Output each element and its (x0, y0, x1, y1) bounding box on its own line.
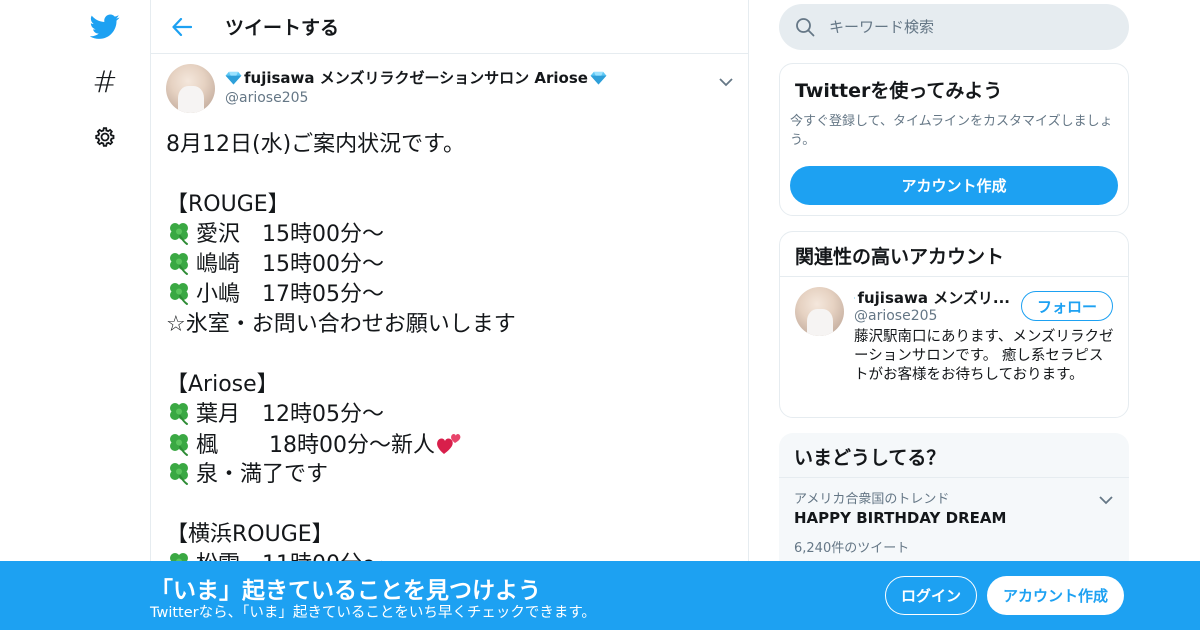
tweet-line: 【ROUGE】 (166, 190, 733, 220)
tweet-line-text: 【Ariose】 (166, 372, 279, 397)
hashtag-icon[interactable]: # (88, 65, 122, 100)
chevron-down-icon[interactable] (1099, 490, 1113, 509)
clover-icon (166, 250, 192, 276)
tweet-line: 泉・満了です (166, 460, 733, 490)
tweet-line-text: 葉月 12時05分〜 (196, 402, 384, 427)
search-input[interactable] (829, 18, 1099, 36)
search-icon (796, 18, 815, 37)
trend-count: 6,240件のツイート (794, 541, 910, 556)
gem-icon (854, 296, 856, 299)
tweet-line-text: 泉・満了です (196, 462, 329, 487)
tweet-line-text: 愛沢 15時00分〜 (196, 222, 384, 247)
main-header: ツイートする (151, 0, 748, 54)
banner-title: 「いま」起きていることを見つけよう (150, 578, 541, 604)
tweet-line-text: ☆氷室・お問い合わせお願いします (166, 312, 516, 337)
two-hearts-icon (435, 430, 463, 456)
related-account-name[interactable]: fujisawa メンズリ... (854, 287, 1010, 308)
create-account-button[interactable]: アカウント作成 (790, 166, 1118, 205)
signup-button[interactable]: アカウント作成 (987, 576, 1124, 615)
avatar[interactable] (795, 287, 844, 336)
twitter-bird-icon[interactable] (88, 10, 122, 44)
search-bar[interactable] (779, 4, 1129, 50)
avatar[interactable] (166, 64, 215, 113)
chevron-down-icon[interactable] (719, 72, 733, 91)
signup-card-description: 今すぐ登録して、タイムラインをカスタマイズしましょう。 (790, 114, 1113, 148)
tweet-line: 楓 18時00分〜新人 (166, 430, 733, 460)
clover-icon (166, 400, 192, 426)
tweet-line-text: 8月12日(水)ご案内状況です。 (166, 132, 465, 157)
clover-icon (166, 280, 192, 306)
tweet-author[interactable]: fujisawa メンズリラクゼーションサロン Ariose @ariose20… (166, 64, 733, 116)
signup-banner: 「いま」起きていることを見つけよう Twitterなら、「いま」起きていることを… (0, 561, 1200, 630)
tweet-line-text: 嶋崎 15時00分〜 (196, 252, 384, 277)
related-account[interactable]: fujisawa メンズリ... @ariose205 藤沢駅南口にあります、メ… (780, 277, 1128, 418)
tweet-text: 8月12日(水)ご案内状況です。 【ROUGE】愛沢 15時00分〜 嶋崎 15時0… (166, 130, 733, 580)
tweet-line: 【横浜ROUGE】 (166, 520, 733, 550)
follow-button[interactable]: フォロー (1021, 291, 1113, 321)
author-name[interactable]: fujisawa メンズリラクゼーションサロン Ariose (225, 67, 607, 88)
right-sidebar: Twitterを使ってみよう 今すぐ登録して、タイムラインをカスタマイズしましょ… (779, 0, 1129, 573)
tweet-line-text: 【横浜ROUGE】 (166, 522, 334, 547)
left-nav: # (0, 0, 150, 630)
gear-icon[interactable] (88, 120, 122, 154)
signup-card-title: Twitterを使ってみよう (795, 80, 1003, 102)
tweet-line-text: 【ROUGE】 (166, 192, 290, 217)
tweet-line: 小嶋 17時05分～ (166, 280, 733, 310)
tweet: fujisawa メンズリラクゼーションサロン Ariose @ariose20… (151, 54, 748, 580)
tweet-line: 葉月 12時05分〜 (166, 400, 733, 430)
related-account-name-text: fujisawa メンズリ... (857, 289, 1010, 307)
trends-card: いまどうしてる？ アメリカ合衆国のトレンド HAPPY BIRTHDAY DRE… (779, 433, 1129, 573)
banner-subtitle: Twitterなら、「いま」起きていることをいち早くチェックできます。 (150, 605, 596, 621)
gem-icon (590, 71, 607, 85)
author-name-text: fujisawa メンズリラクゼーションサロン Ariose (244, 69, 588, 87)
tweet-line: 愛沢 15時00分〜 (166, 220, 733, 250)
clover-icon (166, 431, 192, 457)
tweet-line-text: 楓 18時00分〜新人 (196, 433, 435, 458)
related-accounts-title: 関連性の高いアカウント (780, 232, 1128, 277)
tweet-line: 8月12日(水)ご案内状況です。 (166, 130, 733, 160)
tweet-line: 嶋崎 15時00分〜 (166, 250, 733, 280)
tweet-line (166, 340, 733, 370)
trend-context: アメリカ合衆国のトレンド (794, 492, 950, 507)
related-account-bio: 藤沢駅南口にあります、メンズリラクゼーションサロンです。 癒し系セラピストがお客… (854, 329, 1114, 383)
trend-name[interactable]: HAPPY BIRTHDAY DREAM (794, 509, 1114, 527)
author-handle[interactable]: @ariose205 (225, 90, 607, 106)
main-column: ツイートする fujisawa メンズリラクゼーションサロン Ariose @a… (150, 0, 749, 630)
tweet-line: ☆氷室・お問い合わせお願いします (166, 310, 733, 340)
tweet-line: 【Ariose】 (166, 370, 733, 400)
tweet-line (166, 160, 733, 190)
clover-icon (166, 460, 192, 486)
gem-icon (225, 71, 242, 85)
tweet-line (166, 490, 733, 520)
login-button[interactable]: ログイン (885, 576, 977, 615)
trends-title: いまどうしてる？ (779, 433, 1129, 478)
signup-card: Twitterを使ってみよう 今すぐ登録して、タイムラインをカスタマイズしましょ… (779, 63, 1129, 216)
tweet-line-text: 小嶋 17時05分～ (196, 282, 384, 307)
back-arrow-icon[interactable] (167, 12, 197, 42)
clover-icon (166, 220, 192, 246)
trend-item[interactable]: アメリカ合衆国のトレンド HAPPY BIRTHDAY DREAM 6,240件… (779, 478, 1129, 566)
related-accounts-card: 関連性の高いアカウント fujisawa メンズリ... @ariose205 … (779, 231, 1129, 418)
page-title: ツイートする (225, 17, 340, 39)
